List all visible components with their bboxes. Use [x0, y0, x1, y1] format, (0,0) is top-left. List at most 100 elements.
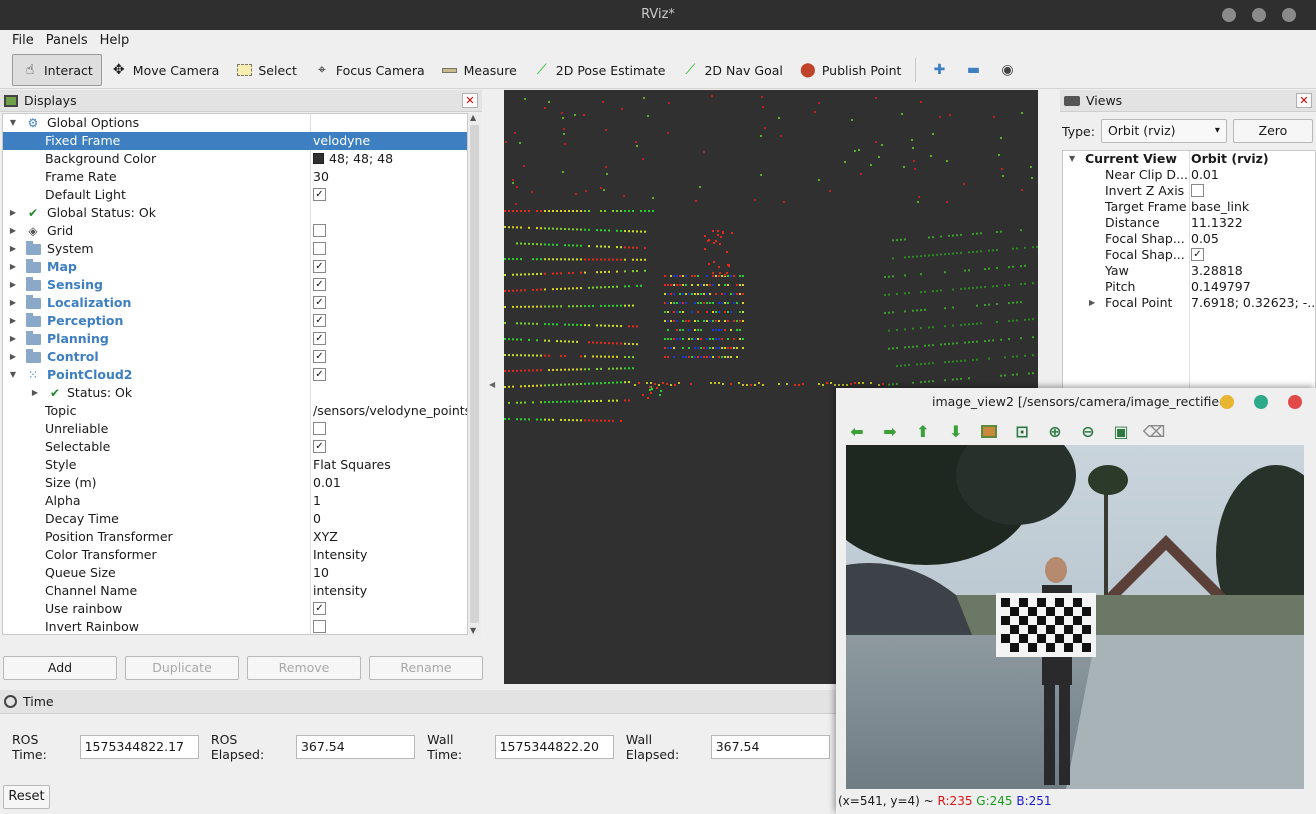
ros-elapsed-field[interactable]: 367.54 [295, 735, 416, 759]
reset-button[interactable]: Reset [3, 785, 50, 809]
display-value[interactable]: ✓ [313, 276, 326, 294]
display-value[interactable]: ✓ [313, 330, 326, 348]
display-value[interactable]: intensity [313, 582, 367, 600]
view-property-value[interactable]: Orbit (rviz) [1191, 151, 1269, 167]
display-row[interactable]: ▶ Control ✓ [3, 348, 467, 366]
display-value[interactable]: 0.01 [313, 474, 341, 492]
display-value[interactable]: ✓ [313, 258, 326, 276]
view-property-row[interactable]: ▼ Current View Orbit (rviz) [1063, 151, 1315, 167]
display-row[interactable]: ▶ System [3, 240, 467, 258]
remove-button[interactable]: Remove [247, 656, 361, 680]
view-property-value[interactable] [1191, 183, 1204, 199]
display-row[interactable]: Selectable ✓ [3, 438, 467, 456]
checkbox[interactable] [1191, 184, 1204, 197]
view-property-row[interactable]: Distance 11.1322 [1063, 215, 1315, 231]
tool-interact[interactable]: ☝ Interact [12, 54, 102, 86]
scroll-down-icon[interactable]: ▼ [470, 626, 476, 635]
arrow-right-icon[interactable]: ➡ [879, 420, 901, 442]
display-row[interactable]: ▶ ✔ Global Status: Ok [3, 204, 467, 222]
checkbox[interactable]: ✓ [313, 278, 326, 291]
display-value[interactable]: ✓ [313, 600, 326, 618]
display-value[interactable]: /sensors/velodyne_points [313, 402, 467, 420]
view-property-value[interactable]: 3.28818 [1191, 263, 1243, 279]
display-row[interactable]: Channel Name intensity [3, 582, 467, 600]
tool-2d-nav-goal[interactable]: ⟋ 2D Nav Goal [673, 54, 790, 86]
color-swatch[interactable] [313, 153, 324, 164]
minimize-button[interactable] [1220, 395, 1234, 409]
ros-time-field[interactable]: 1575344822.17 [79, 735, 199, 759]
display-row[interactable]: ▼ ⁙ PointCloud2 ✓ [3, 366, 467, 384]
display-row[interactable]: Default Light ✓ [3, 186, 467, 204]
view-property-row[interactable]: Focal Shap... 0.05 [1063, 231, 1315, 247]
maximize-button[interactable] [1252, 8, 1266, 22]
display-row[interactable]: Decay Time 0 [3, 510, 467, 528]
tool-select[interactable]: Select [227, 54, 305, 86]
display-value[interactable] [313, 618, 326, 634]
display-row[interactable]: Frame Rate 30 [3, 168, 467, 186]
display-row[interactable]: Position Transformer XYZ [3, 528, 467, 546]
expand-arrow-icon[interactable]: ▶ [7, 348, 19, 366]
save-icon[interactable]: ▣ [1110, 420, 1132, 442]
view-property-row[interactable]: ▶ Focal Point 7.6918; 0.32623; -... [1063, 295, 1315, 311]
checkbox[interactable]: ✓ [313, 350, 326, 363]
menu-panels[interactable]: Panels [40, 30, 94, 52]
display-value[interactable]: Intensity [313, 546, 367, 564]
duplicate-button[interactable]: Duplicate [125, 656, 239, 680]
display-row[interactable]: Topic/sensors/velodyne_points [3, 402, 467, 420]
expand-arrow-icon[interactable]: ▶ [7, 276, 19, 294]
display-row[interactable]: ▶ Map ✓ [3, 258, 467, 276]
tool-publish-point[interactable]: ⬤ Publish Point [791, 54, 910, 86]
wall-time-field[interactable]: 1575344822.20 [494, 735, 614, 759]
display-value[interactable]: XYZ [313, 528, 338, 546]
menu-file[interactable]: File [6, 30, 40, 52]
maximize-button[interactable] [1254, 395, 1268, 409]
expand-arrow-icon[interactable]: ▶ [7, 258, 19, 276]
display-row[interactable]: Fixed Frame velodyne [3, 132, 467, 150]
close-button[interactable] [1282, 8, 1296, 22]
view-property-value[interactable]: 0.149797 [1191, 279, 1251, 295]
display-value[interactable]: 1 [313, 492, 321, 510]
view-property-row[interactable]: Near Clip D... 0.01 [1063, 167, 1315, 183]
checkbox[interactable]: ✓ [313, 332, 326, 345]
checkbox[interactable] [313, 422, 326, 435]
checkbox[interactable]: ✓ [313, 260, 326, 273]
checkbox[interactable]: ✓ [313, 602, 326, 615]
remove-tool-button[interactable]: ▬ [956, 54, 990, 86]
tool-measure[interactable]: Measure [433, 54, 525, 86]
collapse-left-icon[interactable]: ◀ [489, 380, 495, 389]
view-property-row[interactable]: Yaw 3.28818 [1063, 263, 1315, 279]
add-tool-button[interactable]: ✚ [922, 54, 956, 86]
add-button[interactable]: Add [3, 656, 117, 680]
display-row[interactable]: Background Color 48; 48; 48 [3, 150, 467, 168]
display-value[interactable]: 10 [313, 564, 329, 582]
view-property-value[interactable]: ✓ [1191, 247, 1204, 263]
wall-elapsed-field[interactable]: 367.54 [710, 735, 830, 759]
expand-arrow-icon[interactable]: ▶ [7, 240, 19, 258]
display-row[interactable]: Size (m) 0.01 [3, 474, 467, 492]
view-property-row[interactable]: Target Frame base_link [1063, 199, 1315, 215]
collapse-arrow-icon[interactable]: ▼ [1069, 151, 1075, 167]
display-row[interactable]: ▼ ⚙ Global Options [3, 114, 467, 132]
checkbox[interactable] [313, 224, 326, 237]
camera-image[interactable] [846, 445, 1304, 789]
image-icon[interactable] [978, 420, 1000, 442]
expand-arrow-icon[interactable]: ▶ [1089, 295, 1095, 311]
view-property-row[interactable]: Pitch 0.149797 [1063, 279, 1315, 295]
view-property-row[interactable]: Invert Z Axis [1063, 183, 1315, 199]
checkbox[interactable]: ✓ [313, 188, 326, 201]
display-value[interactable]: 0 [313, 510, 321, 528]
display-row[interactable]: ▶ Perception ✓ [3, 312, 467, 330]
display-row[interactable]: Use rainbow ✓ [3, 600, 467, 618]
displays-scrollbar[interactable]: ▲ ▼ [468, 113, 481, 635]
arrow-up-icon[interactable]: ⬆ [912, 420, 934, 442]
display-row[interactable]: Unreliable [3, 420, 467, 438]
checkbox[interactable]: ✓ [313, 440, 326, 453]
display-value[interactable]: velodyne [313, 132, 370, 150]
display-value[interactable] [313, 240, 326, 258]
display-value[interactable]: Flat Squares [313, 456, 391, 474]
minimize-button[interactable] [1222, 8, 1236, 22]
close-icon[interactable]: ✕ [462, 93, 478, 108]
display-value[interactable]: ✓ [313, 348, 326, 366]
view-property-row[interactable]: Focal Shap... ✓ [1063, 247, 1315, 263]
zero-button[interactable]: Zero [1232, 119, 1313, 143]
